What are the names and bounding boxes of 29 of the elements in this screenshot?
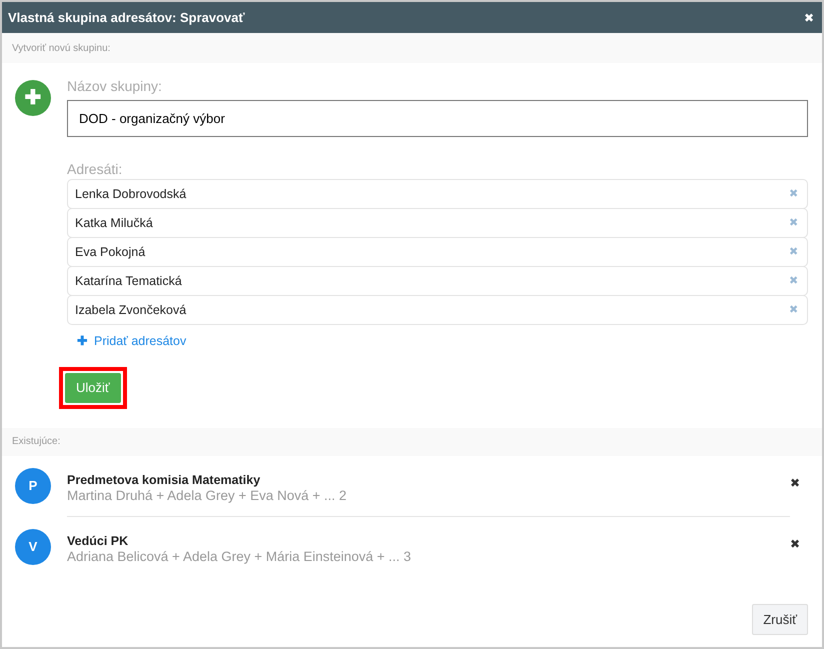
recipient-name: Eva Pokojná <box>75 244 146 261</box>
dialog-title: Vlastná skupina adresátov: Spravovať <box>8 8 245 27</box>
remove-button[interactable]: ✖ <box>789 214 798 232</box>
recipient-name: Katka Milučká <box>75 214 153 232</box>
remove-button[interactable]: ✖ <box>789 302 798 318</box>
add-recipients-link[interactable]: ✚ Pridať adresátov <box>77 332 808 351</box>
group-members: Martina Druhá + Adela Grey + Eva Nová + ... 2 <box>67 488 348 504</box>
remove-button[interactable]: ✖ <box>789 244 798 260</box>
group-members: Adriana Belicová + Adela Grey + Mária Einsteinová + ... 3 <box>67 548 412 565</box>
group-avatar: V <box>15 528 51 565</box>
remove-button[interactable]: ✖ <box>789 186 798 202</box>
save-button[interactable]: Uložiť <box>65 372 121 403</box>
section-heading: Vytvoriť novú skupinu: <box>12 42 110 56</box>
field-label: Adresáti: <box>67 160 124 178</box>
delete-button[interactable]: ✖ <box>790 474 800 492</box>
group-avatar: P <box>15 468 51 504</box>
remove-button[interactable]: ✖ <box>789 272 798 290</box>
add-group-icon: ✚ <box>15 80 51 116</box>
recipient-name: Lenka Dobrovodská <box>75 186 186 203</box>
recipient-name: Izabela Zvončeková <box>75 302 186 319</box>
cancel-button[interactable]: Zrušiť <box>752 604 808 635</box>
delete-button[interactable]: ✖ <box>790 534 800 553</box>
close-button[interactable]: ✖ <box>804 8 814 26</box>
group-name: Predmetova komisia Matematiky <box>67 472 262 488</box>
recipient-name: Katarína Tematická <box>75 272 182 290</box>
section-heading: Existujúce: <box>12 435 60 450</box>
group-name: Vedúci PK <box>67 532 130 549</box>
field-label: Názov skupiny: <box>67 77 163 95</box>
group-name-field[interactable]: DOD - organizačný výbor <box>67 100 808 137</box>
